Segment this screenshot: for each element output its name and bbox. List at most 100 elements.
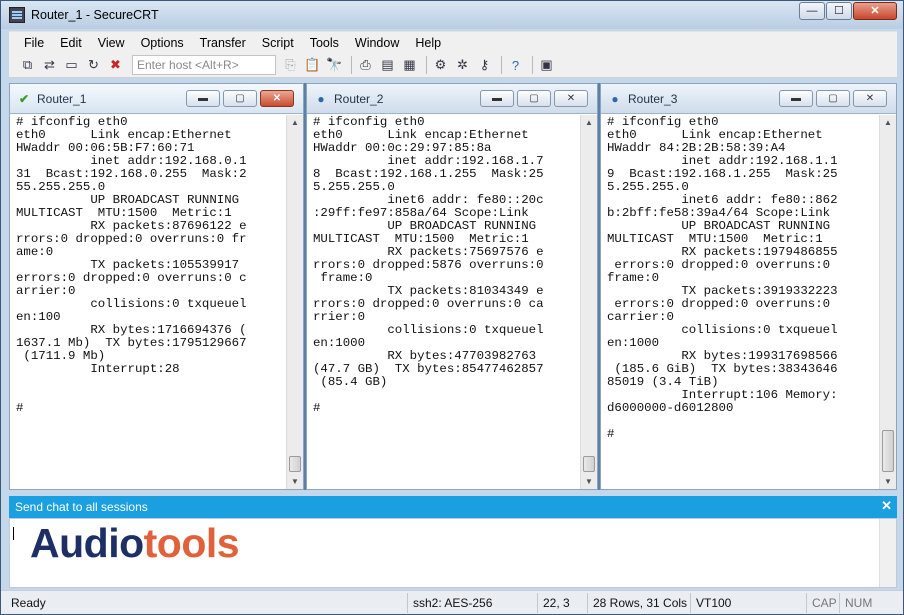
session-controls: ▬ ▢ ✕ <box>183 90 294 107</box>
terminal-scrollbar[interactable]: ▲ ▼ <box>286 115 303 489</box>
securecrt-window: Router_1 - SecureCRT — ☐ ✕ File Edit Vie… <box>0 0 904 615</box>
window-title: Router_1 - SecureCRT <box>31 8 159 22</box>
copy-icon[interactable]: ⎘ <box>281 56 300 74</box>
session-restore-button[interactable]: ▢ <box>223 90 257 107</box>
session-header[interactable]: ● Router_3 ▬ ▢ ✕ <box>601 84 896 114</box>
audiotools-logo: Audio tools <box>30 519 240 567</box>
info-icon: ● <box>611 91 619 106</box>
check-icon: ✔ <box>18 91 30 106</box>
toolbar: ⧉ ⇄ ▭ ↻ ✖ ⎘ 📋 🔭 ⎙ ▤ ▦ ⚙ ✲ ⚷ ? ▣ <box>9 53 897 78</box>
session-controls: ▬ ▢ ✕ <box>776 90 887 107</box>
session-restore-button[interactable]: ▢ <box>816 90 850 107</box>
terminal-output[interactable]: # ifconfig eth0 eth0 Link encap:Ethernet… <box>307 115 580 489</box>
menu-bar: File Edit View Options Transfer Script T… <box>9 31 897 53</box>
status-terminal-type: VT100 <box>690 592 806 613</box>
status-bar: Ready ssh2: AES-256 22, 3 28 Rows, 31 Co… <box>1 590 903 614</box>
scroll-down-arrow-icon[interactable]: ▼ <box>880 474 896 489</box>
session-minimize-button[interactable]: ▬ <box>480 90 514 107</box>
window-controls: — ☐ ✕ <box>798 2 897 20</box>
status-num-lock: NUM <box>839 592 872 613</box>
session-close-button[interactable]: ✕ <box>554 90 588 107</box>
maximize-button[interactable]: ☐ <box>826 2 852 20</box>
sftp-icon[interactable]: ▣ <box>537 56 556 74</box>
info-icon: ● <box>317 91 325 106</box>
session-restore-button[interactable]: ▢ <box>517 90 551 107</box>
terminal-output[interactable]: # ifconfig eth0 eth0 Link encap:Ethernet… <box>601 115 879 489</box>
status-caps-lock: CAP <box>806 592 839 613</box>
session-close-button[interactable]: ✕ <box>853 90 887 107</box>
session-minimize-button[interactable]: ▬ <box>186 90 220 107</box>
session-pane-router-3[interactable]: ● Router_3 ▬ ▢ ✕ # ifconfig eth0 eth0 Li… <box>600 83 897 490</box>
print-selection-icon[interactable]: ▦ <box>400 56 419 74</box>
session-panes: ✔ Router_1 ▬ ▢ ✕ # ifconfig eth0 eth0 Li… <box>9 83 897 490</box>
session-header[interactable]: ● Router_2 ▬ ▢ ✕ <box>307 84 597 114</box>
quick-connect-icon[interactable]: ⇄ <box>40 56 59 74</box>
menu-help[interactable]: Help <box>407 36 449 50</box>
connect-in-tab-icon[interactable]: ▭ <box>62 56 81 74</box>
toolbar-separator <box>501 56 502 74</box>
find-icon[interactable]: 🔭 <box>325 56 344 74</box>
host-input[interactable] <box>132 55 276 75</box>
chat-input[interactable]: Audio tools <box>9 518 897 588</box>
session-close-button[interactable]: ✕ <box>260 90 294 107</box>
terminal-output[interactable]: # ifconfig eth0 eth0 Link encap:Ethernet… <box>10 115 286 489</box>
print-screen-icon[interactable]: ▤ <box>378 56 397 74</box>
chat-close-button[interactable]: ✕ <box>881 498 892 514</box>
help-icon[interactable]: ? <box>506 56 525 74</box>
status-terminal-size: 28 Rows, 31 Cols <box>587 592 690 613</box>
toolbar-separator <box>532 56 533 74</box>
connect-icon[interactable]: ⧉ <box>18 56 37 74</box>
session-title: Router_2 <box>334 91 384 106</box>
terminal-text: # ifconfig eth0 eth0 Link encap:Ethernet… <box>313 115 544 415</box>
session-options-icon[interactable]: ⚙ <box>431 56 450 74</box>
logo-text-tools: tools <box>143 520 240 566</box>
session-pane-router-1[interactable]: ✔ Router_1 ▬ ▢ ✕ # ifconfig eth0 eth0 Li… <box>9 83 304 490</box>
scroll-up-arrow-icon[interactable]: ▲ <box>581 115 597 130</box>
session-controls: ▬ ▢ ✕ <box>477 90 588 107</box>
chat-window-header: Send chat to all sessions ✕ <box>9 496 897 518</box>
global-options-icon[interactable]: ✲ <box>453 56 472 74</box>
status-cursor-position: 22, 3 <box>537 592 587 613</box>
menu-view[interactable]: View <box>90 36 133 50</box>
status-cipher: ssh2: AES-256 <box>407 592 537 613</box>
menu-options[interactable]: Options <box>133 36 192 50</box>
session-title: Router_1 <box>37 91 87 106</box>
terminal-scrollbar[interactable]: ▲ ▼ <box>879 115 896 489</box>
keymap-icon[interactable]: ⚷ <box>475 56 494 74</box>
terminal-text: # ifconfig eth0 eth0 Link encap:Ethernet… <box>607 115 838 441</box>
session-title: Router_3 <box>628 91 678 106</box>
scroll-thumb[interactable] <box>583 456 595 472</box>
session-header[interactable]: ✔ Router_1 ▬ ▢ ✕ <box>10 84 303 114</box>
status-ready: Ready <box>11 595 46 610</box>
scroll-up-arrow-icon[interactable]: ▲ <box>880 115 896 130</box>
text-cursor <box>13 527 14 540</box>
menu-file[interactable]: File <box>9 36 52 50</box>
print-icon[interactable]: ⎙ <box>356 56 375 74</box>
close-button[interactable]: ✕ <box>853 2 897 20</box>
scroll-thumb[interactable] <box>289 456 301 472</box>
terminal-app-icon <box>9 7 25 23</box>
session-pane-router-2[interactable]: ● Router_2 ▬ ▢ ✕ # ifconfig eth0 eth0 Li… <box>306 83 598 490</box>
logo-text-audio: Audio <box>30 520 144 566</box>
menu-edit[interactable]: Edit <box>52 36 90 50</box>
title-bar: Router_1 - SecureCRT — ☐ ✕ <box>1 1 903 29</box>
disconnect-icon[interactable]: ✖ <box>106 56 125 74</box>
reconnect-icon[interactable]: ↻ <box>84 56 103 74</box>
menu-tools[interactable]: Tools <box>302 36 347 50</box>
session-minimize-button[interactable]: ▬ <box>779 90 813 107</box>
scroll-down-arrow-icon[interactable]: ▼ <box>287 474 303 489</box>
scroll-up-arrow-icon[interactable]: ▲ <box>287 115 303 130</box>
terminal-text: # ifconfig eth0 eth0 Link encap:Ethernet… <box>16 115 247 415</box>
paste-icon[interactable]: 📋 <box>303 56 322 74</box>
chat-title: Send chat to all sessions <box>15 500 148 514</box>
scroll-down-arrow-icon[interactable]: ▼ <box>581 474 597 489</box>
minimize-button[interactable]: — <box>799 2 825 20</box>
toolbar-separator <box>351 56 352 74</box>
chat-scrollbar[interactable] <box>879 519 896 587</box>
menu-transfer[interactable]: Transfer <box>192 36 254 50</box>
menu-window[interactable]: Window <box>347 36 407 50</box>
menu-script[interactable]: Script <box>254 36 302 50</box>
scroll-thumb[interactable] <box>882 430 894 472</box>
terminal-scrollbar[interactable]: ▲ ▼ <box>580 115 597 489</box>
toolbar-separator <box>426 56 427 74</box>
